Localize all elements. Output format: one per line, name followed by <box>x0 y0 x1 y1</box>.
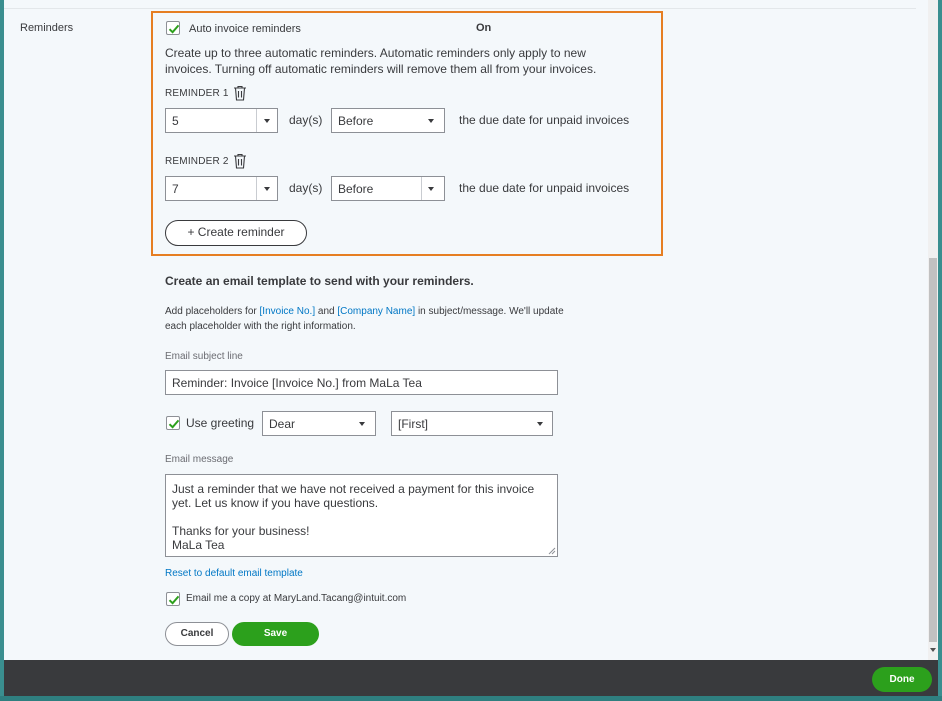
divider <box>4 8 916 9</box>
chevron-down-icon <box>428 119 434 123</box>
reminder-1-timing-value: Before <box>338 114 374 128</box>
scrollbar-thumb[interactable] <box>929 258 937 642</box>
auto-reminders-status: On <box>476 22 492 34</box>
greeting-salutation-select[interactable]: Dear <box>262 411 376 436</box>
reminder-1-days-unit: day(s) <box>289 113 323 127</box>
section-label: Reminders <box>20 22 74 34</box>
email-message-text: Just a reminder that we have not receive… <box>172 482 534 552</box>
greeting-salutation-value: Dear <box>269 417 296 431</box>
message-label: Email message <box>165 454 234 465</box>
reminder-2-title: REMINDER 2 <box>165 156 229 167</box>
chevron-down-icon <box>359 422 365 426</box>
reminder-2-days-value: 7 <box>172 182 179 196</box>
template-heading: Create an email template to send with yo… <box>165 274 474 288</box>
footer-bar: Done <box>4 660 938 698</box>
reminder-2-days-select[interactable]: 7 <box>165 176 278 201</box>
checkmark-icon <box>168 595 180 605</box>
greeting-name-value: [First] <box>398 417 428 431</box>
cancel-button[interactable]: Cancel <box>165 622 229 646</box>
footer-strip <box>0 696 942 701</box>
email-subject-value: Reminder: Invoice [Invoice No.] from MaL… <box>172 376 422 390</box>
trash-icon[interactable] <box>233 85 247 101</box>
chevron-down-icon <box>264 119 270 123</box>
use-greeting-checkbox[interactable] <box>166 416 180 430</box>
reminder-1-days-value: 5 <box>172 114 179 128</box>
email-subject-input[interactable]: Reminder: Invoice [Invoice No.] from MaL… <box>165 370 558 395</box>
email-message-line: Just a reminder that we have not receive… <box>172 482 535 496</box>
placeholder-help-suffix: in subject/message. We'll update <box>415 306 564 317</box>
reset-template-link[interactable]: Reset to default email template <box>165 568 303 579</box>
email-message-line: Thanks for your business! <box>172 524 310 538</box>
reminders-description-line1: Create up to three automatic reminders. … <box>165 46 586 60</box>
reminder-2-timing-value: Before <box>338 182 374 196</box>
email-copy-label: Email me a copy at MaryLand.Tacang@intui… <box>186 593 407 604</box>
reminder-1-title: REMINDER 1 <box>165 88 229 99</box>
email-message-line: MaLa Tea <box>172 538 225 552</box>
reminder-1-suffix: the due date for unpaid invoices <box>459 113 630 127</box>
resize-handle-icon[interactable] <box>548 547 556 555</box>
chevron-down-icon <box>537 422 543 426</box>
placeholder-help-prefix: Add placeholders for <box>165 306 260 317</box>
email-message-textarea[interactable]: Just a reminder that we have not receive… <box>165 474 558 557</box>
checkmark-icon <box>168 419 180 429</box>
reminder-2-days-unit: day(s) <box>289 181 323 195</box>
chevron-down-icon <box>264 187 270 191</box>
invoice-no-placeholder-link[interactable]: [Invoice No.] <box>260 306 316 317</box>
subject-label: Email subject line <box>165 351 243 362</box>
auto-reminders-label: Auto invoice reminders <box>189 23 301 35</box>
scroll-down-arrow-icon[interactable] <box>930 648 936 652</box>
create-reminder-button[interactable]: + Create reminder <box>165 220 307 246</box>
chevron-down-icon <box>428 187 434 191</box>
use-greeting-label: Use greeting <box>186 416 255 430</box>
auto-reminders-checkbox[interactable] <box>166 21 180 35</box>
reminders-settings-panel: Reminders Auto invoice reminders On Crea… <box>4 0 928 660</box>
reminder-2-timing-select[interactable]: Before <box>331 176 445 201</box>
reminders-description-line2: invoices. Turning off automatic reminder… <box>165 62 597 76</box>
company-name-placeholder-link[interactable]: [Company Name] <box>337 306 415 317</box>
trash-icon[interactable] <box>233 153 247 169</box>
reminder-1-days-select[interactable]: 5 <box>165 108 278 133</box>
placeholder-help-line1: Add placeholders for [Invoice No.] and [… <box>165 306 564 317</box>
email-copy-checkbox[interactable] <box>166 592 180 606</box>
email-message-line: yet. Let us know if you have questions. <box>172 496 379 510</box>
reminder-2-suffix: the due date for unpaid invoices <box>459 181 630 195</box>
save-button[interactable]: Save <box>232 622 319 646</box>
placeholder-help-line2: each placeholder with the right informat… <box>165 321 356 332</box>
checkmark-icon <box>168 24 180 34</box>
greeting-name-select[interactable]: [First] <box>391 411 553 436</box>
reminder-1-timing-select[interactable]: Before <box>331 108 445 133</box>
done-button[interactable]: Done <box>872 667 932 692</box>
placeholder-help-and: and <box>315 306 338 317</box>
